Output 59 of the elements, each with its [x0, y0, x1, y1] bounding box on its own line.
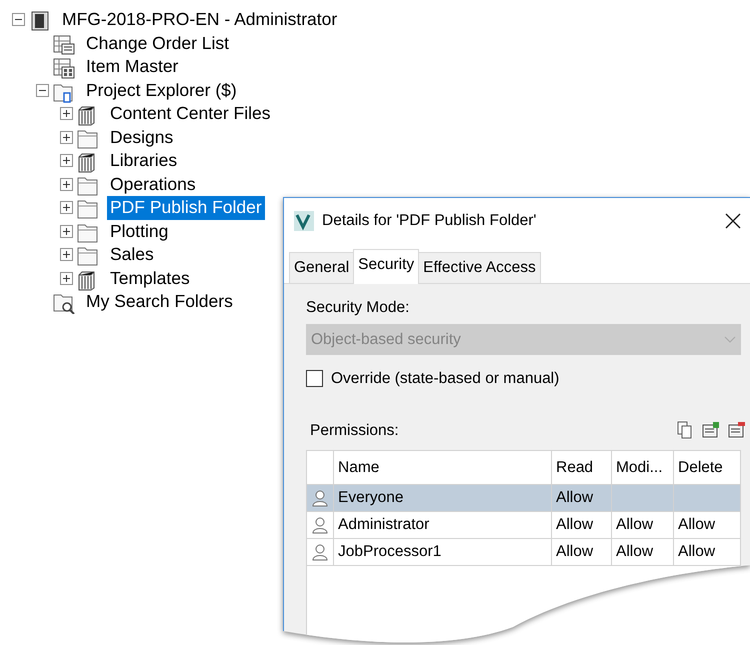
tree-item[interactable]: Project Explorer ($) [83, 78, 240, 102]
table-cell: Everyone [338, 489, 404, 506]
tree-item[interactable]: Plotting [107, 220, 172, 243]
expand-toggle[interactable] [60, 130, 73, 144]
folder-icon [76, 174, 100, 197]
user-icon [311, 516, 329, 534]
table-cell: Allow [556, 543, 594, 560]
table-cell: Allow [556, 516, 594, 534]
checkbox-label: Override (state-based or manual) [331, 369, 560, 390]
dropdown-caret-icon [724, 336, 736, 344]
expand-toggle[interactable] [60, 201, 73, 214]
table-cell: Allow [678, 543, 716, 560]
tree-item[interactable]: My Search Folders [83, 290, 236, 314]
expand-toggle[interactable] [60, 154, 73, 168]
column-header[interactable]: Read [552, 450, 612, 484]
table-cell: Allow [616, 543, 654, 560]
override-checkbox[interactable] [306, 370, 323, 388]
collapse-toggle[interactable] [12, 13, 25, 26]
table-cell: Allow [616, 516, 654, 534]
dialog-title: Details for 'PDF Publish Folder' [322, 211, 536, 232]
tab[interactable]: General [289, 252, 354, 283]
app-logo-icon [294, 211, 314, 232]
folder-icon [76, 222, 100, 244]
table-cell: Allow [678, 516, 716, 534]
tree-item[interactable]: Sales [107, 243, 157, 266]
tree-item[interactable]: Libraries [107, 149, 180, 172]
table-cell: Allow [556, 489, 594, 506]
folder-icon [76, 128, 100, 150]
grid-list-icon [52, 57, 76, 80]
tree-item[interactable]: Designs [107, 126, 176, 149]
column-header[interactable]: Modi... [612, 450, 674, 484]
expand-toggle[interactable] [60, 224, 73, 238]
expand-toggle[interactable] [60, 272, 73, 285]
user-icon [311, 543, 329, 562]
tree-item[interactable]: Operations [107, 172, 199, 196]
expand-toggle[interactable] [60, 178, 73, 191]
table-cell: JobProcessor1 [338, 543, 442, 560]
column-header[interactable]: Delete [674, 450, 740, 484]
table-cell: Administrator [338, 516, 430, 534]
expand-toggle[interactable] [60, 107, 73, 120]
search-folder-icon [52, 292, 76, 314]
tree-item[interactable]: PDF Publish Folder [107, 196, 265, 220]
close-icon [725, 213, 741, 230]
expand-toggle[interactable] [60, 248, 73, 262]
section-label: Permissions: [310, 420, 399, 440]
tree-item[interactable]: Content Center Files [107, 102, 274, 126]
tab[interactable]: Security [353, 248, 420, 284]
user-icon [311, 489, 329, 508]
tree-item[interactable]: Item Master [83, 55, 182, 78]
list-icon [52, 34, 76, 56]
tree-item[interactable]: Change Order List [83, 32, 232, 55]
collapse-toggle[interactable] [36, 84, 49, 97]
folder-icon [76, 198, 100, 220]
tree-item[interactable]: Templates [107, 266, 193, 290]
column-header[interactable]: Name [334, 450, 552, 484]
tab[interactable]: Effective Access [418, 252, 541, 283]
tree-item[interactable]: MFG-2018-PRO-EN - Administrator [59, 8, 340, 32]
field-label: Security Mode: [306, 298, 410, 318]
folder-icon [76, 245, 100, 268]
